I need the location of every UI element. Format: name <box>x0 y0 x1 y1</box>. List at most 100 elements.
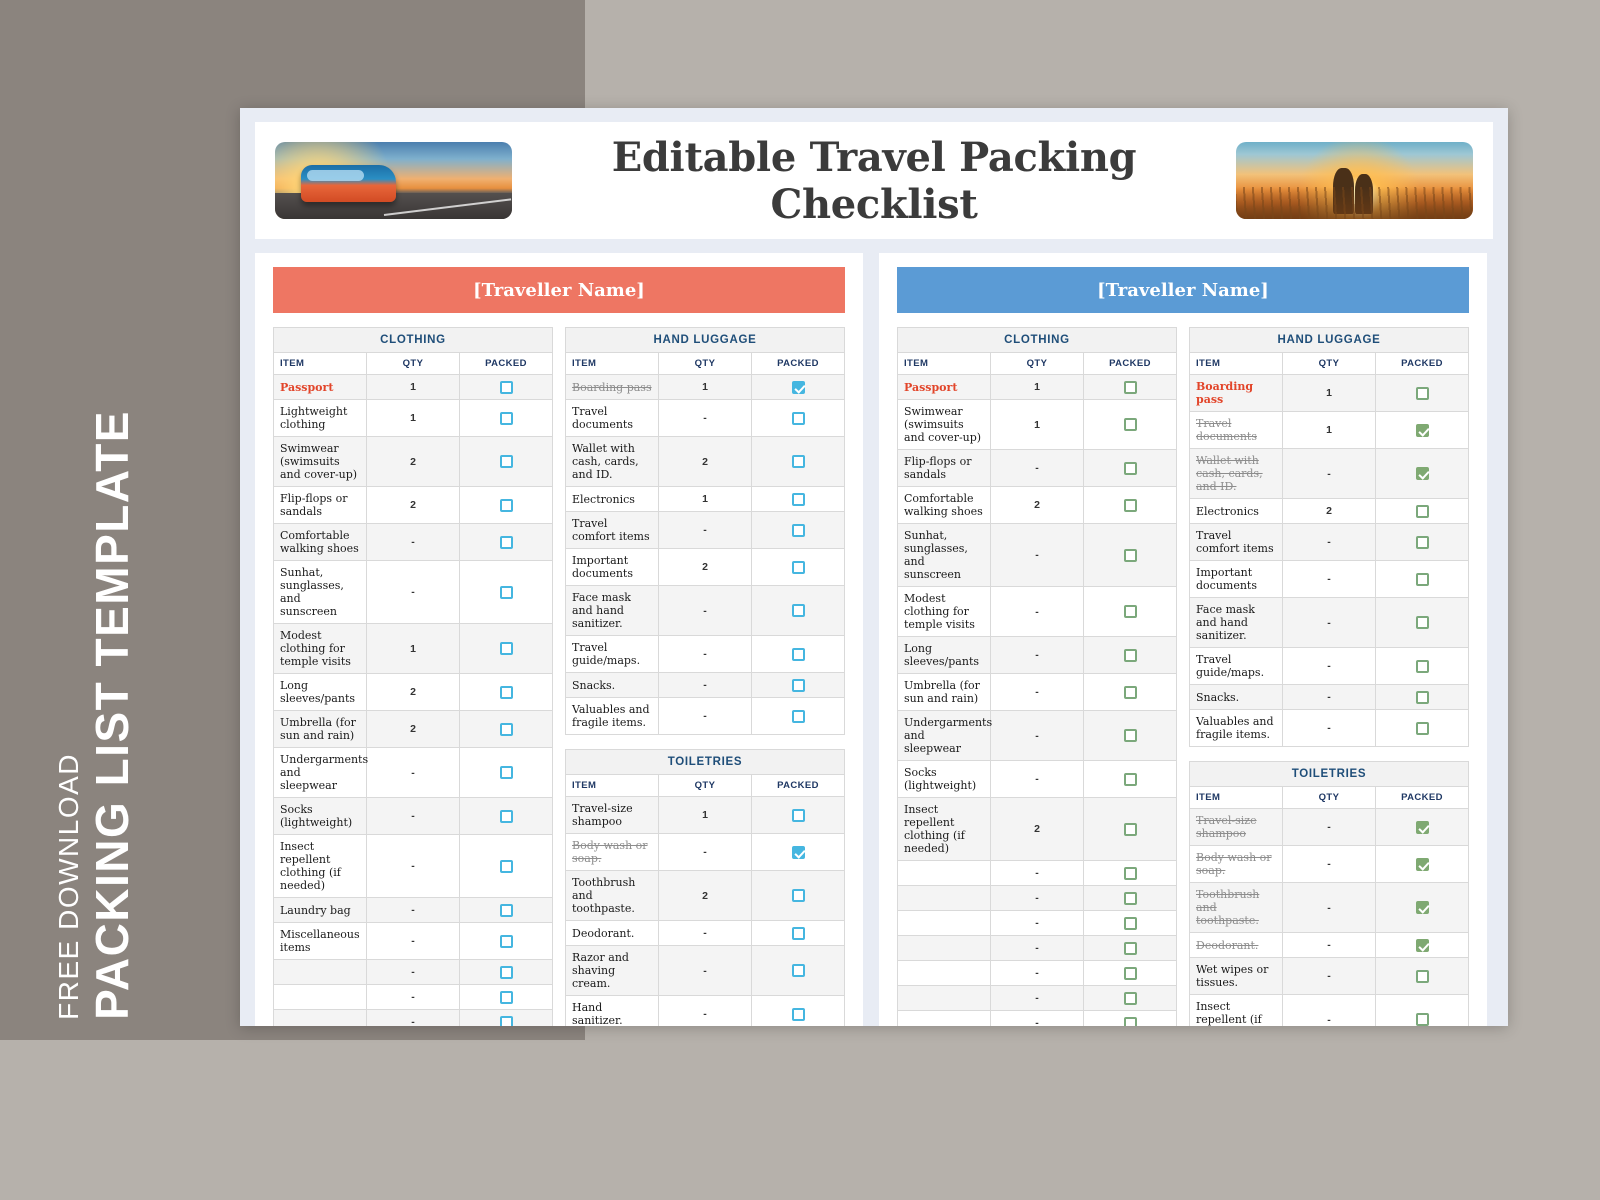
packed-cell[interactable] <box>459 959 553 985</box>
checkbox-unchecked-icon[interactable] <box>1123 729 1137 743</box>
item-qty[interactable]: 2 <box>990 486 1084 524</box>
item-name[interactable]: Important documents <box>1189 560 1283 598</box>
checkbox-checked-icon[interactable] <box>1415 938 1429 952</box>
packed-cell[interactable] <box>751 833 845 871</box>
item-name[interactable]: Valuables and fragile items. <box>565 697 659 735</box>
packed-cell[interactable] <box>459 797 553 835</box>
item-qty[interactable]: - <box>366 897 460 923</box>
item-name[interactable]: Boarding pass <box>1189 374 1283 412</box>
checkbox-unchecked-icon[interactable] <box>499 380 513 394</box>
item-qty[interactable]: - <box>658 697 752 735</box>
packed-cell[interactable] <box>459 747 553 798</box>
item-name[interactable]: Face mask and hand sanitizer. <box>1189 597 1283 648</box>
checkbox-unchecked-icon[interactable] <box>791 560 805 574</box>
packed-cell[interactable] <box>1375 560 1469 598</box>
checkbox-unchecked-icon[interactable] <box>791 808 805 822</box>
checkbox-unchecked-icon[interactable] <box>791 709 805 723</box>
item-qty[interactable]: 1 <box>1282 374 1376 412</box>
item-name[interactable]: Body wash or soap. <box>1189 845 1283 883</box>
item-name[interactable] <box>897 910 991 936</box>
checkbox-unchecked-icon[interactable] <box>499 990 513 1004</box>
packed-cell[interactable] <box>1083 523 1177 587</box>
item-name[interactable] <box>897 885 991 911</box>
item-qty[interactable]: 1 <box>366 623 460 674</box>
item-name[interactable]: Laundry bag <box>273 897 367 923</box>
item-qty[interactable]: 2 <box>366 486 460 524</box>
item-name[interactable]: Wallet with cash, cards, and ID. <box>565 436 659 487</box>
checkbox-unchecked-icon[interactable] <box>499 934 513 948</box>
item-qty[interactable]: - <box>366 959 460 985</box>
item-qty[interactable]: - <box>1282 808 1376 846</box>
item-name[interactable]: Travel-size shampoo <box>1189 808 1283 846</box>
item-qty[interactable]: - <box>1282 957 1376 995</box>
item-name[interactable]: Comfortable walking shoes <box>273 523 367 561</box>
packed-cell[interactable] <box>1375 882 1469 933</box>
item-qty[interactable]: 1 <box>366 374 460 400</box>
item-qty[interactable]: - <box>990 935 1084 961</box>
packed-cell[interactable] <box>1375 994 1469 1026</box>
item-name[interactable]: Modest clothing for temple visits <box>897 586 991 637</box>
checkbox-unchecked-icon[interactable] <box>499 411 513 425</box>
checkbox-unchecked-icon[interactable] <box>1123 548 1137 562</box>
packed-cell[interactable] <box>459 486 553 524</box>
checkbox-unchecked-icon[interactable] <box>1123 605 1137 619</box>
packed-cell[interactable] <box>459 399 553 437</box>
item-name[interactable]: Umbrella (for sun and rain) <box>273 710 367 748</box>
checkbox-unchecked-icon[interactable] <box>791 678 805 692</box>
packed-cell[interactable] <box>751 945 845 996</box>
item-name[interactable]: Sunhat, sunglasses, and sunscreen <box>897 523 991 587</box>
item-qty[interactable]: - <box>990 885 1084 911</box>
checkbox-unchecked-icon[interactable] <box>791 926 805 940</box>
item-qty[interactable]: - <box>990 1010 1084 1026</box>
checkbox-unchecked-icon[interactable] <box>1123 916 1137 930</box>
packed-cell[interactable] <box>459 897 553 923</box>
checkbox-checked-icon[interactable] <box>1415 467 1429 481</box>
item-qty[interactable]: - <box>1282 560 1376 598</box>
item-name[interactable]: Toothbrush and toothpaste. <box>1189 882 1283 933</box>
checkbox-unchecked-icon[interactable] <box>1123 991 1137 1005</box>
checkbox-checked-icon[interactable] <box>791 380 805 394</box>
item-qty[interactable]: 1 <box>366 399 460 437</box>
item-qty[interactable]: - <box>366 984 460 1010</box>
checkbox-unchecked-icon[interactable] <box>791 647 805 661</box>
packed-cell[interactable] <box>1375 845 1469 883</box>
checkbox-unchecked-icon[interactable] <box>499 722 513 736</box>
checkbox-unchecked-icon[interactable] <box>1415 616 1429 630</box>
checkbox-unchecked-icon[interactable] <box>1123 966 1137 980</box>
item-name[interactable]: Boarding pass <box>565 374 659 400</box>
item-qty[interactable]: - <box>990 985 1084 1011</box>
packed-cell[interactable] <box>1083 374 1177 400</box>
item-name[interactable]: Lightweight clothing <box>273 399 367 437</box>
packed-cell[interactable] <box>1083 885 1177 911</box>
packed-cell[interactable] <box>1083 636 1177 674</box>
packed-cell[interactable] <box>1083 935 1177 961</box>
item-qty[interactable]: 2 <box>366 710 460 748</box>
item-name[interactable]: Deodorant. <box>565 920 659 946</box>
checkbox-unchecked-icon[interactable] <box>499 498 513 512</box>
checkbox-unchecked-icon[interactable] <box>499 965 513 979</box>
item-qty[interactable]: - <box>1282 994 1376 1026</box>
item-name[interactable]: Sunhat, sunglasses, and sunscreen <box>273 560 367 624</box>
item-qty[interactable]: - <box>990 523 1084 587</box>
item-qty[interactable]: - <box>1282 932 1376 958</box>
checkbox-unchecked-icon[interactable] <box>1123 685 1137 699</box>
packed-cell[interactable] <box>1375 932 1469 958</box>
item-name[interactable]: Swimwear (swimsuits and cover-up) <box>273 436 367 487</box>
item-qty[interactable]: - <box>366 834 460 898</box>
item-qty[interactable]: 2 <box>366 436 460 487</box>
checkbox-unchecked-icon[interactable] <box>791 455 805 469</box>
item-qty[interactable]: - <box>1282 882 1376 933</box>
packed-cell[interactable] <box>1375 957 1469 995</box>
packed-cell[interactable] <box>459 984 553 1010</box>
packed-cell[interactable] <box>751 436 845 487</box>
item-qty[interactable]: 2 <box>658 870 752 921</box>
packed-cell[interactable] <box>1083 586 1177 637</box>
item-name[interactable]: Travel comfort items <box>1189 523 1283 561</box>
item-name[interactable]: Swimwear (swimsuits and cover-up) <box>897 399 991 450</box>
checkbox-unchecked-icon[interactable] <box>499 455 513 469</box>
packed-cell[interactable] <box>459 710 553 748</box>
packed-cell[interactable] <box>1083 1010 1177 1026</box>
item-qty[interactable]: - <box>658 945 752 996</box>
item-name[interactable] <box>897 985 991 1011</box>
packed-cell[interactable] <box>1375 709 1469 747</box>
